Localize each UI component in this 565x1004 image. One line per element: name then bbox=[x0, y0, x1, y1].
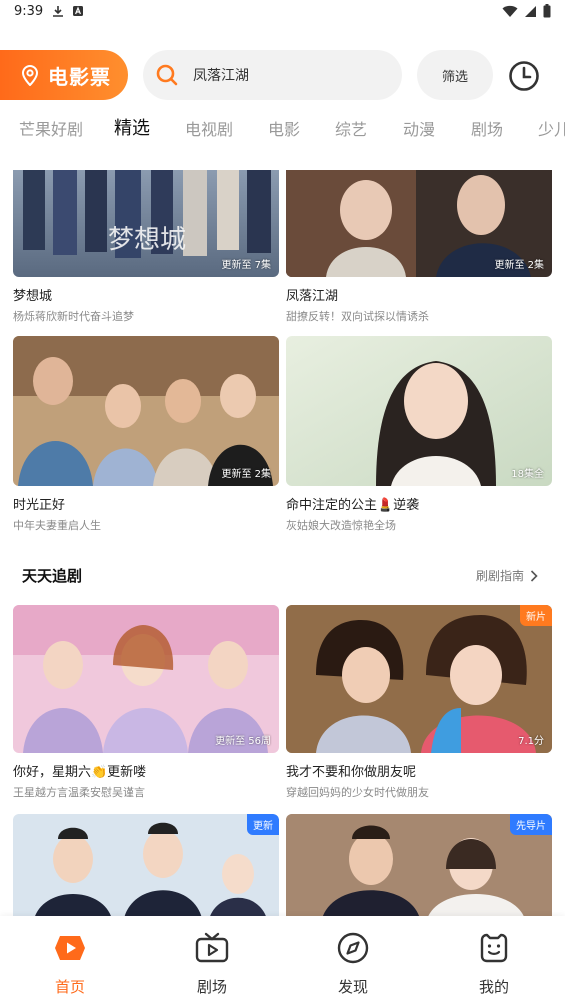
status-time: 9:39 bbox=[14, 4, 44, 19]
section-header: 天天追剧 刷剧指南 bbox=[22, 565, 542, 587]
video-card[interactable]: 更新 bbox=[13, 814, 279, 916]
video-thumbnail[interactable]: 先导片 bbox=[286, 814, 552, 916]
video-card[interactable]: 新片 7.1分 我才不要和你做朋友呢 穿越回妈妈的少女时代做朋友 bbox=[286, 605, 552, 800]
video-subtitle: 中年夫妻重启人生 bbox=[13, 519, 101, 532]
category-tabs: 芒果好剧 精选 电视剧 电影 综艺 动漫 剧场 少儿 bbox=[0, 108, 565, 148]
nav-discover-label: 发现 bbox=[337, 978, 368, 996]
rating-score: 7.1分 bbox=[518, 736, 544, 747]
video-card[interactable]: 先导片 bbox=[286, 814, 552, 916]
tv-icon bbox=[195, 932, 229, 963]
search-input[interactable]: 凤落江湖 bbox=[193, 65, 249, 85]
preview-badge: 先导片 bbox=[510, 814, 552, 835]
video-thumbnail[interactable]: 18集全 bbox=[286, 336, 552, 486]
video-subtitle: 杨烁蒋欣新时代奋斗追梦 bbox=[13, 310, 134, 323]
section-more-label: 刷剧指南 bbox=[475, 569, 524, 583]
video-subtitle: 王星越方言温柔安慰吴谨言 bbox=[13, 786, 145, 799]
video-title: 梦想城 bbox=[13, 289, 53, 304]
tab-movies[interactable]: 电影 bbox=[268, 116, 300, 140]
episode-status: 更新至 2集 bbox=[494, 260, 544, 271]
filter-button[interactable]: 筛选 bbox=[417, 50, 493, 100]
status-bar: 9:39 bbox=[0, 0, 565, 26]
battery-icon bbox=[543, 4, 551, 18]
video-title: 凤落江湖 bbox=[286, 289, 339, 304]
signal-icon bbox=[525, 5, 536, 17]
video-title: 我才不要和你做朋友呢 bbox=[286, 765, 417, 780]
video-thumbnail[interactable]: 梦想城 更新至 7集 bbox=[13, 170, 279, 277]
video-subtitle: 灰姑娘大改造惊艳全场 bbox=[286, 519, 396, 532]
video-thumbnail[interactable]: 更新至 56周 bbox=[13, 605, 279, 753]
video-thumbnail[interactable]: 更新至 2集 bbox=[286, 170, 552, 277]
nav-theater-label: 剧场 bbox=[196, 978, 227, 996]
nav-theater[interactable]: 剧场 bbox=[172, 930, 252, 997]
video-subtitle: 穿越回妈妈的少女时代做朋友 bbox=[286, 786, 429, 799]
section-more-link[interactable]: 刷剧指南 bbox=[476, 567, 538, 584]
video-thumbnail[interactable]: 新片 7.1分 bbox=[286, 605, 552, 753]
video-card[interactable]: 更新至 2集 时光正好 中年夫妻重启人生 bbox=[13, 336, 279, 533]
tab-theater[interactable]: 剧场 bbox=[471, 116, 503, 140]
nav-profile-label: 我的 bbox=[478, 978, 509, 996]
nav-home-label: 首页 bbox=[54, 978, 85, 996]
video-card[interactable]: 18集全 命中注定的公主💄逆袭 灰姑娘大改造惊艳全场 bbox=[286, 336, 552, 533]
video-title: 你好，星期六👏更新喽 bbox=[13, 765, 147, 780]
movie-ticket-label: 电影票 bbox=[48, 64, 111, 89]
update-badge: 更新 bbox=[247, 814, 279, 835]
episode-status: 更新至 56周 bbox=[215, 736, 271, 747]
tab-variety[interactable]: 综艺 bbox=[335, 116, 367, 140]
bottom-navigation: 首页 剧场 发现 我的 bbox=[0, 916, 565, 1004]
compass-icon bbox=[337, 932, 369, 964]
movie-ticket-button[interactable]: 电影票 bbox=[0, 50, 128, 100]
chevron-right-icon bbox=[530, 569, 538, 582]
episode-status: 更新至 2集 bbox=[221, 469, 271, 480]
video-subtitle: 甜撩反转！双向试探以情诱杀 bbox=[286, 310, 429, 323]
video-card[interactable]: 更新至 56周 你好，星期六👏更新喽 王星越方言温柔安慰吴谨言 bbox=[13, 605, 279, 800]
video-card[interactable]: 更新至 2集 凤落江湖 甜撩反转！双向试探以情诱杀 bbox=[286, 170, 552, 324]
video-card[interactable]: 梦想城 更新至 7集 梦想城 杨烁蒋欣新时代奋斗追梦 bbox=[13, 170, 279, 324]
download-icon bbox=[53, 6, 63, 17]
tab-mango-drama[interactable]: 芒果好剧 bbox=[19, 116, 83, 140]
new-badge: 新片 bbox=[520, 605, 552, 626]
smile-face-icon bbox=[480, 933, 508, 963]
tab-anime[interactable]: 动漫 bbox=[403, 116, 435, 140]
svg-text:梦想城: 梦想城 bbox=[108, 225, 186, 255]
episode-status: 更新至 7集 bbox=[221, 260, 271, 271]
nav-discover[interactable]: 发现 bbox=[313, 930, 393, 997]
search-icon bbox=[156, 64, 178, 86]
tab-kids[interactable]: 少儿 bbox=[538, 116, 565, 140]
wifi-icon bbox=[502, 5, 518, 17]
home-play-icon bbox=[55, 936, 85, 960]
notification-a-icon bbox=[73, 6, 83, 16]
tab-featured[interactable]: 精选 bbox=[114, 114, 150, 140]
history-clock-icon[interactable] bbox=[506, 58, 542, 94]
nav-home[interactable]: 首页 bbox=[30, 930, 110, 997]
video-thumbnail[interactable]: 更新至 2集 bbox=[13, 336, 279, 486]
search-bar[interactable]: 凤落江湖 bbox=[143, 50, 402, 100]
top-bar: 电影票 凤落江湖 筛选 bbox=[0, 50, 565, 102]
nav-profile[interactable]: 我的 bbox=[454, 930, 534, 997]
episode-status: 18集全 bbox=[511, 469, 544, 480]
location-pin-icon bbox=[21, 65, 39, 86]
video-thumbnail[interactable]: 更新 bbox=[13, 814, 279, 916]
video-title: 时光正好 bbox=[13, 498, 66, 513]
tab-tv-series[interactable]: 电视剧 bbox=[185, 116, 233, 140]
section-title: 天天追剧 bbox=[22, 567, 83, 585]
video-title: 命中注定的公主💄逆袭 bbox=[286, 498, 420, 513]
feed: 梦想城 更新至 7集 梦想城 杨烁蒋欣新时代奋斗追梦 更新至 2集 凤落江湖 甜… bbox=[0, 170, 565, 916]
